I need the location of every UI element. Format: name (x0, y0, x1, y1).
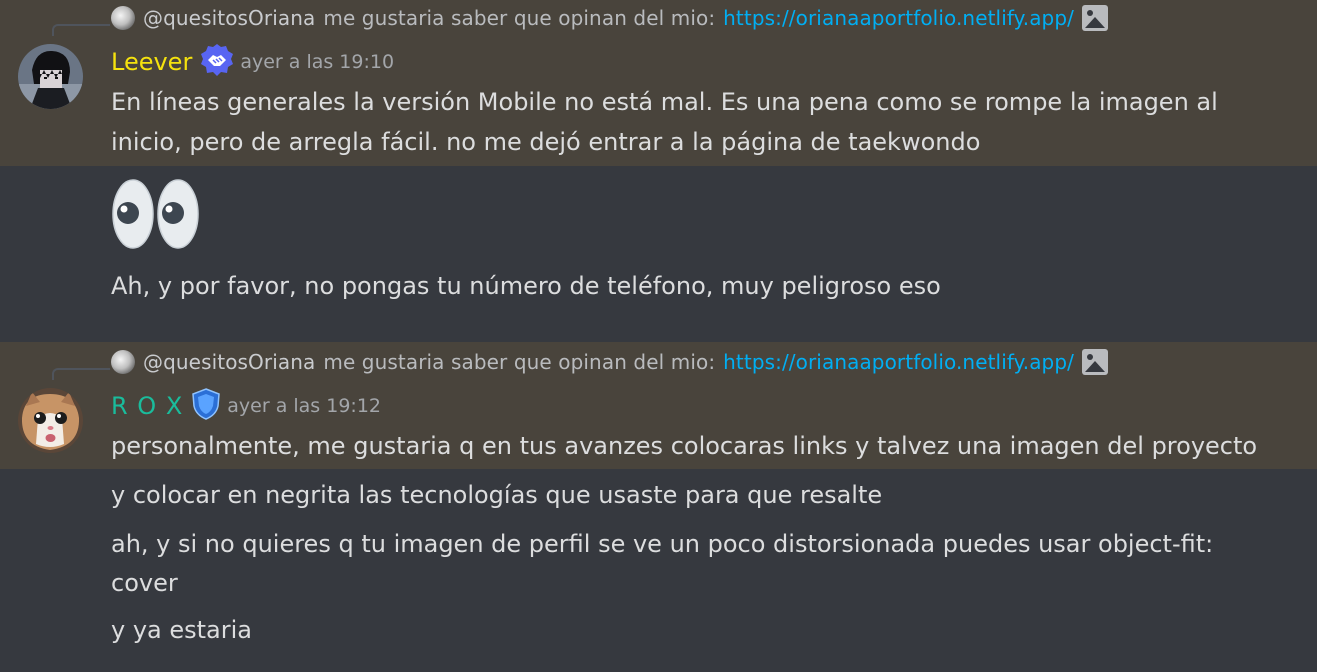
avatar-image (18, 44, 83, 109)
reply-text[interactable]: me gustaria saber que opinan del mio: (323, 350, 715, 374)
message-header: Leever ayer a las 19:10 (111, 44, 394, 80)
eyes-emoji (112, 178, 202, 250)
timestamp[interactable]: ayer a las 19:12 (227, 395, 381, 417)
handshake-badge-icon[interactable] (200, 43, 234, 81)
reply-author[interactable]: @quesitosOriana (143, 6, 315, 30)
reply-text[interactable]: me gustaria saber que opinan del mio: (323, 6, 715, 30)
reply-avatar[interactable] (111, 5, 135, 30)
reply-spine (52, 368, 110, 380)
timestamp[interactable]: ayer a las 19:10 (240, 51, 394, 73)
avatar-image (18, 388, 83, 453)
reply-avatar[interactable] (111, 349, 135, 374)
username[interactable]: R O X (111, 392, 183, 420)
message-text: inicio, pero de arregla fácil. no me dej… (111, 128, 981, 156)
avatar[interactable] (18, 44, 83, 109)
message-text: y ya estaria (111, 616, 252, 644)
image-icon (1082, 4, 1108, 31)
image-icon (1082, 348, 1108, 375)
message-header: R O X ayer a las 19:12 (111, 388, 381, 424)
message-text: Ah, y por favor, no pongas tu número de … (111, 272, 941, 300)
reply-spine (52, 24, 110, 36)
reply-preview[interactable]: @quesitosOriana me gustaria saber que op… (111, 4, 1108, 31)
chat-log: @quesitosOriana me gustaria saber que op… (0, 0, 1317, 672)
username[interactable]: Leever (111, 48, 192, 76)
avatar[interactable] (18, 388, 83, 453)
reply-author[interactable]: @quesitosOriana (143, 350, 315, 374)
shield-badge-icon[interactable] (191, 388, 221, 424)
reply-preview[interactable]: @quesitosOriana me gustaria saber que op… (111, 348, 1108, 375)
message-text: personalmente, me gustaria q en tus avan… (111, 432, 1258, 460)
message-text: cover (111, 569, 178, 597)
message-text: En líneas generales la versión Mobile no… (111, 88, 1218, 116)
message-text: y colocar en negrita las tecnologías que… (111, 481, 883, 509)
message-text: ah, y si no quieres q tu imagen de perfi… (111, 530, 1214, 558)
reply-link[interactable]: https://orianaaportfolio.netlify.app/ (723, 350, 1074, 374)
reply-link[interactable]: https://orianaaportfolio.netlify.app/ (723, 6, 1074, 30)
